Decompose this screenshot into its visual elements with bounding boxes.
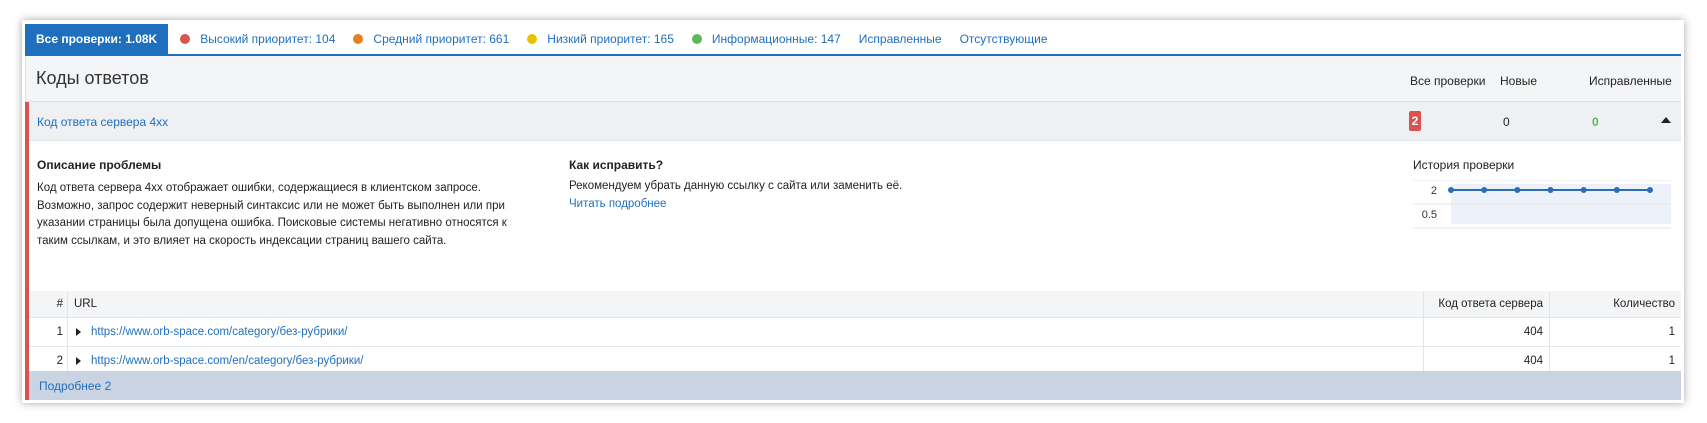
red-dot-icon [180, 34, 191, 44]
more-row[interactable]: Подробнее 2 [29, 371, 1681, 400]
page-title: Коды ответов [36, 68, 149, 88]
history-point[interactable] [1481, 187, 1488, 193]
history-y-tick-top: 2 [1431, 185, 1437, 197]
tab-medium-priority[interactable]: Средний приоритет: 661 [344, 24, 518, 54]
column-header-new: Новые [1500, 74, 1538, 88]
column-header-qty[interactable]: Количество [1549, 291, 1681, 317]
tab-missing[interactable]: Отсутствующие [951, 24, 1057, 54]
history-point[interactable] [1547, 187, 1554, 193]
report-frame: Все проверки: 1.08K Высокий приоритет: 1… [22, 20, 1684, 403]
history-point[interactable] [1580, 187, 1587, 193]
column-header-url[interactable]: URL [67, 291, 1423, 317]
count-all-badge: 2 [1409, 111, 1421, 131]
problem-title: Описание проблемы [37, 158, 162, 172]
issue-header[interactable]: Код ответа сервера 4xx 2 0 0 [29, 102, 1681, 141]
fix-description: Рекомендуем убрать данную ссылку с сайта… [569, 180, 903, 192]
history-y-tick-bottom: 0.5 [1422, 209, 1437, 221]
green-dot-icon [691, 34, 702, 44]
checks-panel: Коды ответов Все проверки Новые Исправле… [25, 56, 1681, 400]
count-fixed: 0 [1592, 115, 1599, 129]
tab-label: Исправленные [858, 32, 942, 46]
tab-label: Информационные: 147 [711, 32, 841, 46]
panel-header: Коды ответов Все проверки Новые Исправле… [25, 56, 1681, 102]
collapse-caret-icon[interactable] [1661, 117, 1671, 123]
history-point[interactable] [1448, 187, 1454, 193]
tab-label: Все проверки: 1.08K [36, 32, 158, 46]
count-new: 0 [1503, 115, 1510, 129]
row-url-link[interactable]: https://www.orb-space.com/en/category/бе… [91, 355, 363, 367]
column-header-code[interactable]: Код ответа сервера [1423, 291, 1549, 317]
tab-label: Отсутствующие [959, 32, 1048, 46]
expand-triangle-icon[interactable] [76, 357, 81, 365]
problem-description: Код ответа сервера 4xx отображает ошибки… [37, 182, 507, 247]
history-point[interactable] [1514, 187, 1521, 193]
fix-title: Как исправить? [569, 158, 664, 172]
expand-triangle-icon[interactable] [76, 328, 81, 336]
tab-label: Низкий приоритет: 165 [547, 32, 674, 46]
row-num: 1 [56, 326, 63, 338]
row-url-cell: https://www.orb-space.com/category/без-р… [67, 318, 1423, 346]
history-point[interactable] [1613, 187, 1620, 193]
urls-table: # URL Код ответа сервера Количество 1 ht… [29, 291, 1681, 376]
tab-all-checks[interactable]: Все проверки: 1.08K [25, 24, 169, 54]
more-link[interactable]: Подробнее 2 [39, 379, 111, 393]
row-qty: 1 [1549, 318, 1681, 346]
history-point[interactable] [1647, 187, 1653, 193]
orange-dot-icon [353, 34, 364, 44]
tab-label: Средний приоритет: 661 [373, 32, 510, 46]
table-header-row: # URL Код ответа сервера Количество [29, 291, 1681, 318]
yellow-dot-icon [527, 34, 538, 44]
table-row[interactable]: 1 https://www.orb-space.com/category/без… [29, 318, 1681, 347]
row-code: 404 [1423, 318, 1549, 346]
tab-label: Высокий приоритет: 104 [200, 32, 336, 46]
tab-fixed[interactable]: Исправленные [850, 24, 951, 54]
tab-low-priority[interactable]: Низкий приоритет: 165 [518, 24, 683, 54]
issue-title-link[interactable]: Код ответа сервера 4xx [37, 115, 168, 129]
row-url-link[interactable]: https://www.orb-space.com/category/без-р… [91, 326, 347, 338]
column-header-num: # [56, 298, 63, 310]
history-chart: 2 0.5 [1413, 180, 1671, 229]
tab-high-priority[interactable]: Высокий приоритет: 104 [172, 24, 344, 54]
issue-block: Код ответа сервера 4xx 2 0 0 Описание пр… [25, 102, 1681, 400]
column-header-fixed: Исправленные [1589, 74, 1672, 88]
column-header-all: Все проверки [1410, 74, 1486, 88]
tab-informational[interactable]: Информационные: 147 [683, 24, 850, 54]
priority-tabs: Все проверки: 1.08K Высокий приоритет: 1… [25, 24, 1681, 56]
read-more-link[interactable]: Читать подробнее [569, 198, 666, 210]
history-title: История проверки [1413, 158, 1515, 172]
